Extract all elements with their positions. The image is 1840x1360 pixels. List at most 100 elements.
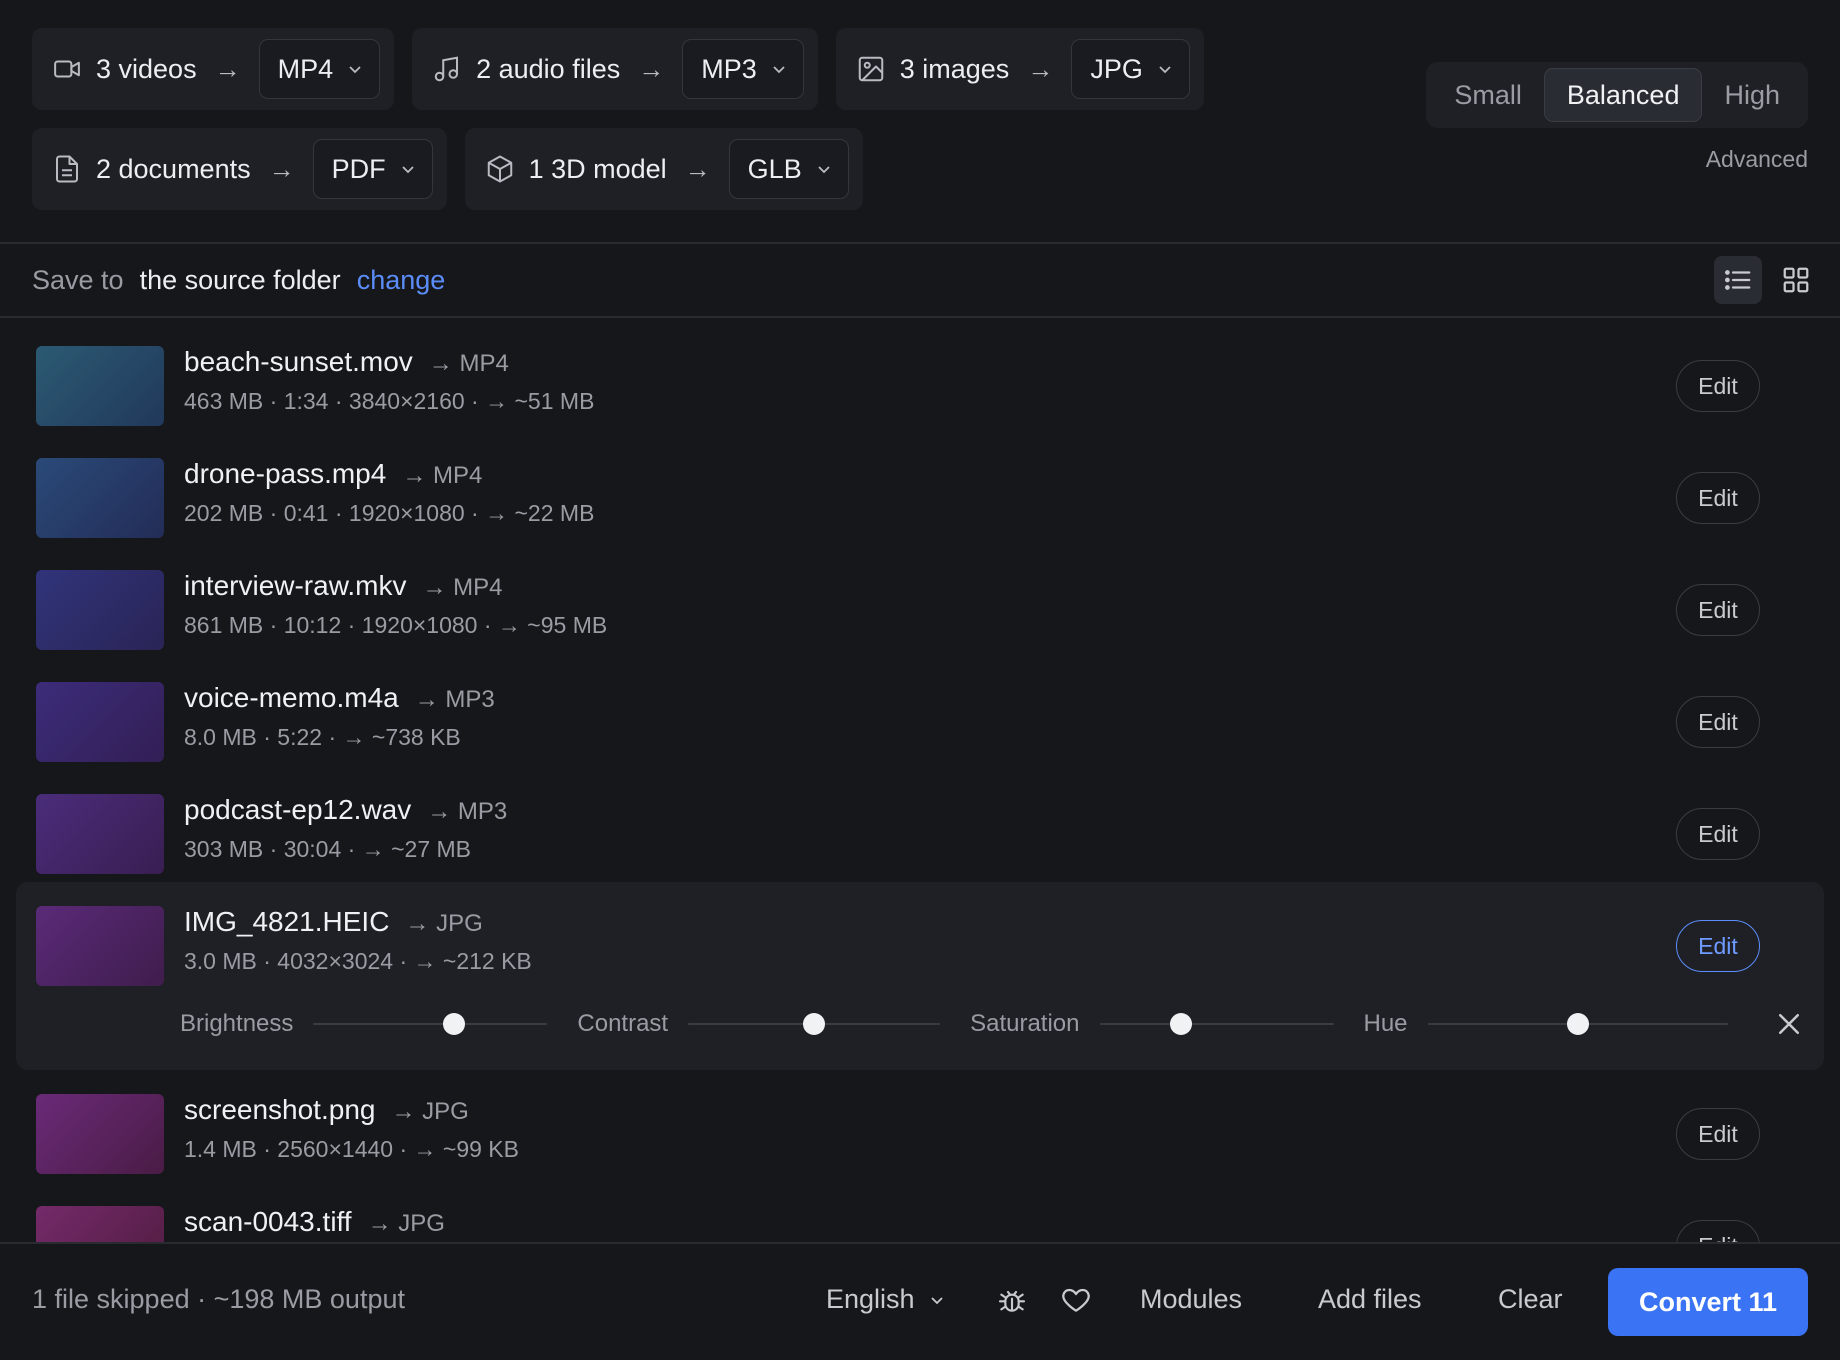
add-files-button[interactable]: Add files xyxy=(1318,1284,1422,1315)
file-row-selected: IMG_4821.HEIC → JPG 3.0 MB · 4032×3024 ·… xyxy=(16,882,1824,1070)
file-thumbnail xyxy=(36,346,164,426)
edit-button[interactable]: Edit xyxy=(1676,920,1760,972)
group-row-1: 3 videos → MP4 2 audio files → MP3 3 ima… xyxy=(32,28,1232,110)
file-name: podcast-ep12.wav xyxy=(184,794,412,825)
format-select-documents[interactable]: PDF xyxy=(312,139,433,199)
file-target-format: → JPG xyxy=(367,1210,445,1237)
image-adjustments: Brightness Contrast Saturation Hue xyxy=(180,1004,1804,1044)
slider-track xyxy=(313,1023,548,1025)
video-camera-icon xyxy=(52,54,82,84)
group-documents: 2 documents → PDF xyxy=(32,128,447,210)
file-target-format: → MP3 xyxy=(414,686,495,713)
file-meta: 463 MB · 1:34 · 3840×2160 · → ~51 MB xyxy=(184,388,595,414)
save-bar: Save to the source folder change xyxy=(32,262,445,298)
file-list: beach-sunset.mov → MP4 463 MB · 1:34 · 3… xyxy=(16,322,1824,1242)
file-name: scan-0043.tiff xyxy=(184,1206,352,1237)
format-select-images[interactable]: JPG xyxy=(1071,39,1190,99)
format-value: JPG xyxy=(1090,53,1143,84)
edit-button[interactable]: Edit xyxy=(1676,696,1760,748)
file-name: interview-raw.mkv xyxy=(184,570,407,601)
format-select-audio[interactable]: MP3 xyxy=(682,39,804,99)
format-value: GLB xyxy=(747,153,802,184)
file-meta: 861 MB · 10:12 · 1920×1080 · → ~95 MB xyxy=(184,612,608,638)
group-videos: 3 videos → MP4 xyxy=(32,28,395,110)
group-label: 1 3D model xyxy=(528,153,667,184)
contrast-slider[interactable] xyxy=(688,1012,941,1036)
language-select[interactable]: English xyxy=(826,1284,945,1315)
music-note-icon xyxy=(432,54,462,84)
chevron-down-icon xyxy=(816,161,832,177)
output-summary: 1 file skipped · ~198 MB output xyxy=(32,1284,405,1314)
arrow-icon: → xyxy=(214,53,241,84)
file-row: scan-0043.tiff → JPG Edit xyxy=(16,1182,1824,1242)
quality-selector: Small Balanced High xyxy=(1426,62,1808,128)
quality-option-high[interactable]: High xyxy=(1702,68,1802,122)
slider-knob[interactable] xyxy=(803,1013,826,1035)
group-label: 2 documents xyxy=(96,153,251,184)
file-thumbnail xyxy=(36,682,164,762)
chevron-down-icon xyxy=(400,161,416,177)
format-select-videos[interactable]: MP4 xyxy=(258,39,381,99)
advanced-link[interactable]: Advanced xyxy=(1706,146,1808,173)
brightness-slider[interactable] xyxy=(313,1012,548,1036)
chevron-down-icon xyxy=(929,1292,945,1308)
heart-icon[interactable] xyxy=(1060,1284,1092,1316)
divider xyxy=(0,316,1840,318)
file-thumbnail xyxy=(36,794,164,874)
arrow-icon: → xyxy=(1027,53,1054,84)
change-location-link[interactable]: change xyxy=(357,265,446,296)
hue-slider[interactable] xyxy=(1427,1012,1728,1036)
quality-option-balanced[interactable]: Balanced xyxy=(1543,68,1703,122)
group-label: 3 images xyxy=(899,53,1010,84)
edit-button[interactable]: Edit xyxy=(1676,808,1760,860)
convert-button[interactable]: Convert 11 xyxy=(1608,1268,1808,1336)
file-target-format: → JPG xyxy=(391,1098,469,1125)
arrow-icon: → xyxy=(684,153,711,184)
format-select-3d[interactable]: GLB xyxy=(728,139,849,199)
close-icon[interactable] xyxy=(1774,1009,1804,1039)
file-name: drone-pass.mp4 xyxy=(184,458,387,489)
edit-button[interactable]: Edit xyxy=(1676,360,1760,412)
bug-icon[interactable] xyxy=(996,1284,1028,1316)
save-location: the source folder xyxy=(139,264,341,295)
save-label: Save to xyxy=(32,264,124,295)
chevron-down-icon xyxy=(771,61,787,77)
grid-icon xyxy=(1781,265,1811,295)
saturation-slider[interactable] xyxy=(1099,1012,1334,1036)
clear-button[interactable]: Clear xyxy=(1498,1284,1563,1315)
slider-knob[interactable] xyxy=(1566,1013,1589,1035)
edit-button[interactable]: Edit xyxy=(1676,472,1760,524)
slider-knob[interactable] xyxy=(1170,1013,1193,1035)
file-target-format: → MP4 xyxy=(402,462,483,489)
file-row: interview-raw.mkv → MP4 861 MB · 10:12 ·… xyxy=(16,546,1824,658)
file-meta: 3.0 MB · 4032×3024 · → ~212 KB xyxy=(184,948,532,974)
quality-option-small[interactable]: Small xyxy=(1432,68,1544,122)
file-row: voice-memo.m4a → MP3 8.0 MB · 5:22 · → ~… xyxy=(16,658,1824,770)
file-meta: 202 MB · 0:41 · 1920×1080 · → ~22 MB xyxy=(184,500,595,526)
edit-button[interactable]: Edit xyxy=(1676,1220,1760,1242)
file-thumbnail xyxy=(36,458,164,538)
modules-button[interactable]: Modules xyxy=(1140,1284,1242,1315)
file-meta: 303 MB · 30:04 · → ~27 MB xyxy=(184,836,471,862)
edit-button[interactable]: Edit xyxy=(1676,1108,1760,1160)
chevron-down-icon xyxy=(1157,61,1173,77)
file-row: drone-pass.mp4 → MP4 202 MB · 0:41 · 192… xyxy=(16,434,1824,546)
arrow-icon: → xyxy=(268,153,295,184)
file-name: screenshot.png xyxy=(184,1094,376,1125)
slider-track xyxy=(1099,1023,1334,1025)
file-meta: 8.0 MB · 5:22 · → ~738 KB xyxy=(184,724,461,750)
edit-button[interactable]: Edit xyxy=(1676,584,1760,636)
contrast-label: Contrast xyxy=(577,1010,669,1037)
file-name: voice-memo.m4a xyxy=(184,682,399,713)
slider-knob[interactable] xyxy=(442,1013,465,1035)
group-images: 3 images → JPG xyxy=(835,28,1204,110)
grid-view-button[interactable] xyxy=(1772,256,1820,304)
file-row: podcast-ep12.wav → MP3 303 MB · 30:04 · … xyxy=(16,770,1824,882)
hue-label: Hue xyxy=(1363,1010,1408,1037)
saturation-label: Saturation xyxy=(970,1010,1080,1037)
list-view-button[interactable] xyxy=(1714,256,1762,304)
file-row: beach-sunset.mov → MP4 463 MB · 1:34 · 3… xyxy=(16,322,1824,434)
document-icon xyxy=(52,154,82,184)
file-target-format: → JPG xyxy=(405,910,483,937)
conversion-groups: 3 videos → MP4 2 audio files → MP3 3 ima… xyxy=(32,28,1232,228)
